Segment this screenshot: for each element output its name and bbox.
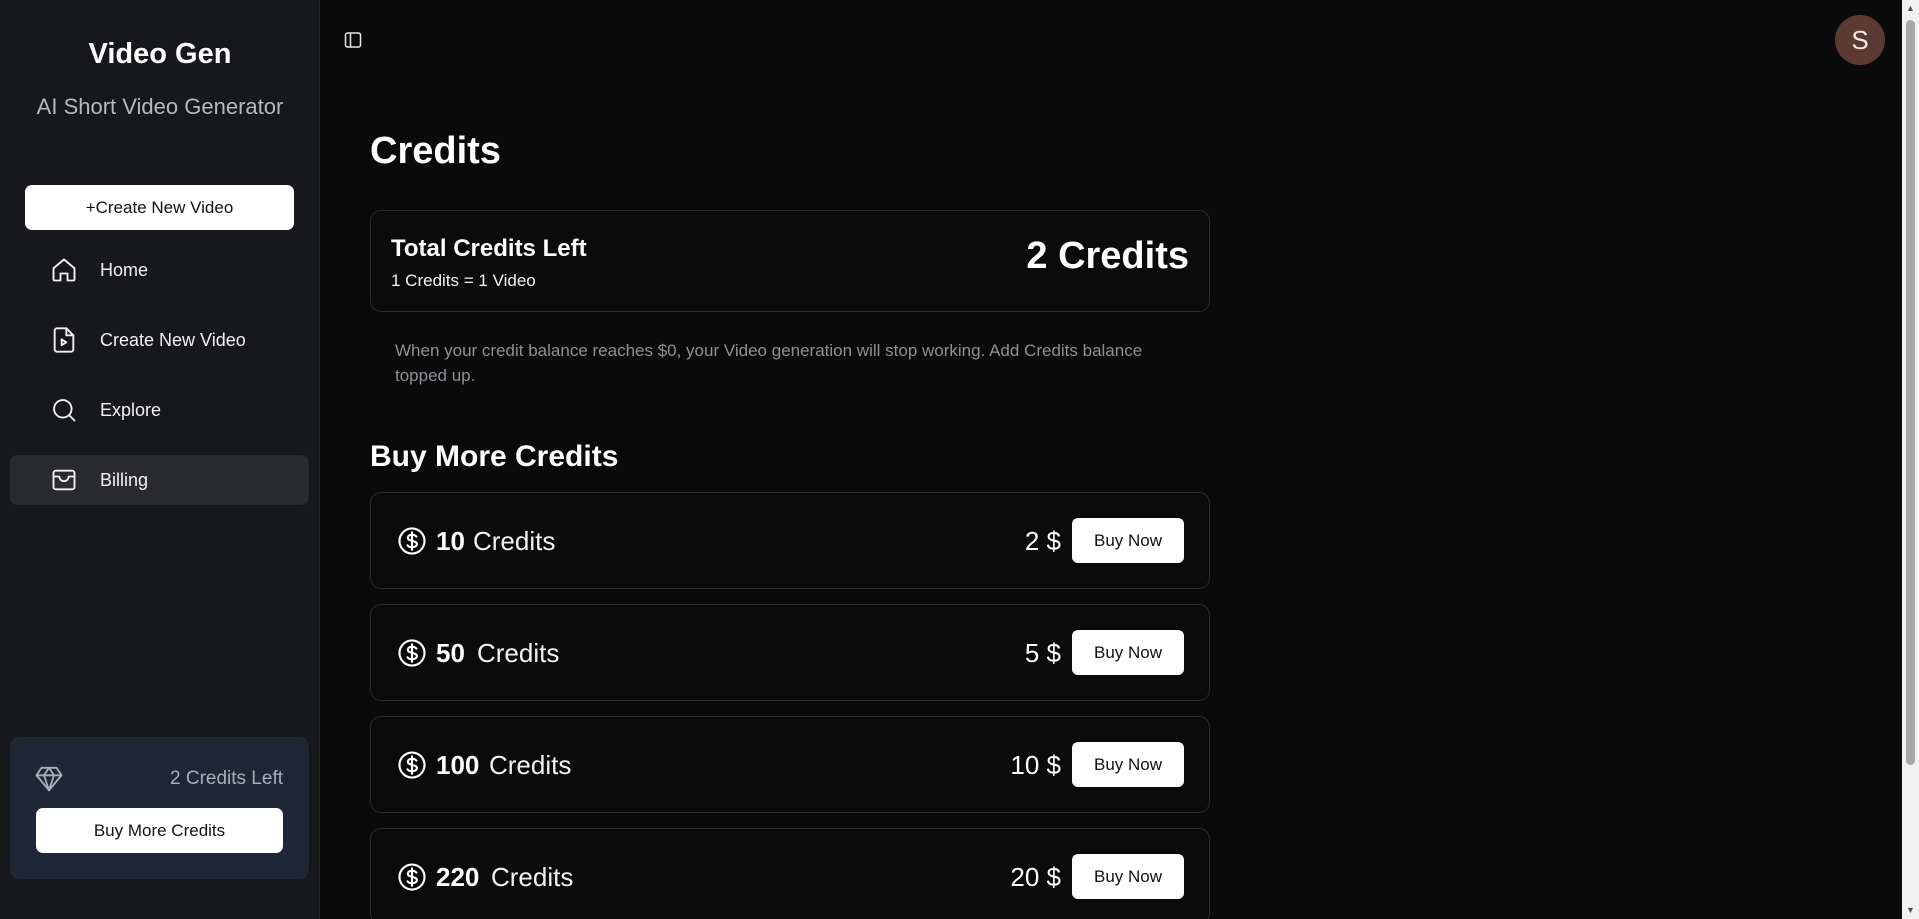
scrollbar-thumb[interactable] bbox=[1906, 20, 1915, 765]
sidebar-item-label: Home bbox=[100, 259, 149, 280]
pack-unit: Credits bbox=[477, 638, 560, 668]
page-title: Credits bbox=[370, 130, 501, 172]
sidebar-item-label: Create New Video bbox=[100, 329, 246, 350]
gem-icon bbox=[34, 764, 64, 794]
dollar-coin-icon bbox=[397, 526, 427, 556]
pack-price: 2 $ bbox=[1024, 526, 1061, 556]
buy-now-button[interactable]: Buy Now bbox=[1072, 854, 1184, 899]
home-icon bbox=[50, 256, 78, 284]
credit-pack-card: 220 Credits 20 $ Buy Now bbox=[370, 828, 1210, 919]
sidebar-item-billing[interactable]: Billing bbox=[10, 455, 309, 505]
sidebar-item-home[interactable]: Home bbox=[10, 245, 309, 295]
app-root: Video Gen AI Short Video Generator +Crea… bbox=[0, 0, 1919, 919]
pack-unit: Credits bbox=[489, 750, 572, 780]
pack-unit: Credits bbox=[473, 526, 556, 556]
credits-left-text: 2 Credits Left bbox=[170, 768, 283, 789]
pack-quantity: 10 bbox=[436, 526, 465, 556]
dollar-coin-icon bbox=[397, 862, 427, 892]
total-credits-label: Total Credits Left bbox=[391, 235, 587, 262]
buy-now-button[interactable]: Buy Now bbox=[1072, 742, 1184, 787]
sidebar: Video Gen AI Short Video Generator +Crea… bbox=[0, 0, 320, 919]
sidebar-item-explore[interactable]: Explore bbox=[10, 385, 309, 435]
credit-notice-text: When your credit balance reaches $0, you… bbox=[395, 341, 1143, 385]
pack-price: 20 $ bbox=[1010, 862, 1061, 892]
credit-pack-card: 10 Credits 2 $ Buy Now bbox=[370, 492, 1210, 589]
pack-price: 5 $ bbox=[1024, 638, 1061, 668]
pack-price: 10 $ bbox=[1010, 750, 1061, 780]
pack-quantity: 50 bbox=[436, 638, 465, 668]
sidebar-item-label: Explore bbox=[100, 399, 162, 420]
search-icon bbox=[50, 396, 78, 424]
credit-rate-text: 1 Credits = 1 Video bbox=[391, 271, 536, 290]
avatar[interactable]: S bbox=[1835, 15, 1885, 65]
buy-now-button[interactable]: Buy Now bbox=[1072, 518, 1184, 563]
buy-more-credits-heading: Buy More Credits bbox=[370, 440, 619, 473]
wallet-icon bbox=[50, 466, 78, 494]
pack-unit: Credits bbox=[491, 862, 574, 892]
dollar-coin-icon bbox=[397, 750, 427, 780]
buy-more-credits-button[interactable]: Buy More Credits bbox=[36, 808, 283, 853]
credit-pack-card: 100 Credits 10 $ Buy Now bbox=[370, 716, 1210, 813]
buy-now-button[interactable]: Buy Now bbox=[1072, 630, 1184, 675]
credit-pack-card: 50 Credits 5 $ Buy Now bbox=[370, 604, 1210, 701]
sidebar-item-label: Billing bbox=[100, 469, 149, 490]
create-new-video-button[interactable]: +Create New Video bbox=[25, 185, 294, 230]
scroll-down-arrow-icon[interactable]: ▼ bbox=[1905, 906, 1916, 915]
brand-subtitle: AI Short Video Generator bbox=[36, 94, 284, 119]
credits-left-panel: 2 Credits Left Buy More Credits bbox=[10, 737, 309, 879]
pack-quantity: 220 bbox=[436, 862, 480, 892]
sidebar-toggle-icon[interactable] bbox=[343, 30, 363, 50]
file-video-icon bbox=[50, 326, 78, 354]
sidebar-item-create-new-video[interactable]: Create New Video bbox=[10, 315, 309, 365]
pack-quantity: 100 bbox=[436, 750, 480, 780]
brand-title: Video Gen bbox=[88, 38, 232, 70]
credits-summary-card: Total Credits Left 1 Credits = 1 Video 2… bbox=[370, 210, 1210, 312]
dollar-coin-icon bbox=[397, 638, 427, 668]
total-credits-value: 2 Credits bbox=[1026, 235, 1189, 277]
scroll-up-arrow-icon[interactable]: ▲ bbox=[1905, 4, 1916, 13]
